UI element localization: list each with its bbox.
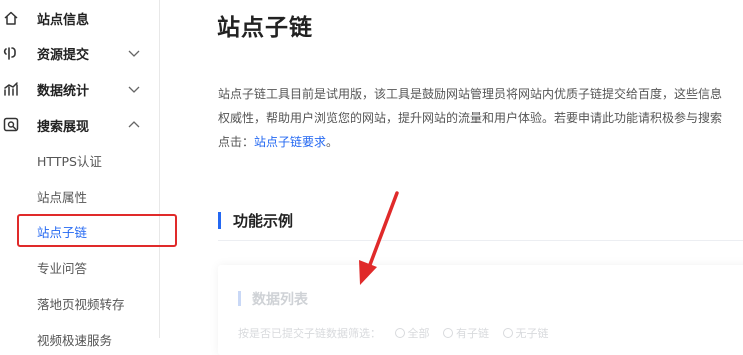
sidebar-subitem-video-speed[interactable]: 视频极速服务	[0, 323, 159, 355]
radio-icon	[502, 328, 513, 338]
sidebar-subitem-label: 落地页视频转存	[37, 296, 125, 312]
sidebar-item-label: 资源提交	[37, 47, 90, 63]
example-accent-bar	[238, 291, 241, 306]
filter-option-none[interactable]: 无子链	[502, 327, 549, 340]
sidebar-subitem-https[interactable]: HTTPS认证	[0, 144, 159, 176]
description-prefix: 点击：	[218, 135, 255, 149]
search-display-icon	[2, 116, 20, 134]
section-accent-bar	[218, 212, 221, 229]
sidebar-item-label: 数据统计	[37, 83, 90, 99]
filter-label: 按是否已提交子链数据筛选：	[238, 327, 381, 340]
sublink-requirements-link[interactable]: 站点子链要求	[254, 135, 326, 149]
link-icon	[2, 44, 20, 62]
sidebar-subitem-label: HTTPS认证	[37, 153, 102, 169]
sidebar-subitem-label: 视频极速服务	[37, 332, 113, 348]
sidebar-item-label: 搜索展现	[37, 119, 90, 135]
description-suffix: 。	[326, 135, 339, 149]
chevron-up-icon[interactable]	[127, 118, 141, 132]
radio-icon	[443, 328, 453, 338]
chevron-down-icon[interactable]	[127, 82, 141, 96]
example-title: 数据列表	[252, 292, 308, 308]
description: 站点子链工具目前是试用版，该工具是鼓励网站管理员将网站内优质子链提交给百度，这些…	[218, 82, 743, 154]
sidebar-item-label: 站点信息	[37, 12, 90, 28]
home-icon	[2, 9, 20, 27]
sidebar: 站点信息 资源提交 数据统计 搜索展现 HTTPS认证 站点属性 站点子链 专业…	[0, 0, 160, 348]
filter-option-label: 全部	[407, 327, 430, 340]
sidebar-subitem-label: 专业问答	[37, 260, 88, 276]
sidebar-item-search-display[interactable]: 搜索展现	[0, 107, 159, 143]
sidebar-subitem-label: 站点属性	[37, 189, 88, 205]
filter-option-has[interactable]: 有子链	[443, 327, 489, 340]
description-line: 点击：站点子链要求。	[218, 130, 743, 154]
divider	[218, 240, 743, 241]
filter-option-label: 有子链	[456, 327, 489, 340]
radio-icon	[394, 328, 405, 338]
highlight-box	[17, 214, 177, 247]
chart-icon	[2, 80, 20, 98]
description-line: 站点子链工具目前是试用版，该工具是鼓励网站管理员将网站内优质子链提交给百度，这些…	[218, 87, 723, 101]
sidebar-subitem-landing-video[interactable]: 落地页视频转存	[0, 287, 159, 319]
example-filter: 按是否已提交子链数据筛选： 全部 有子链 无子链	[238, 325, 549, 341]
sidebar-item-site-info[interactable]: 站点信息	[0, 0, 159, 36]
example-card	[218, 265, 743, 355]
sidebar-item-data-stats[interactable]: 数据统计	[0, 71, 159, 107]
sidebar-subitem-site-attributes[interactable]: 站点属性	[0, 180, 159, 212]
filter-option-all[interactable]: 全部	[394, 327, 430, 340]
sidebar-item-resource-submit[interactable]: 资源提交	[0, 35, 159, 71]
chevron-down-icon[interactable]	[127, 46, 141, 60]
page-title: 站点子链	[217, 15, 313, 41]
sidebar-subitem-professional-qa[interactable]: 专业问答	[0, 251, 159, 283]
annotation-arrow-icon	[359, 191, 399, 285]
filter-option-label: 无子链	[515, 327, 549, 340]
section-title: 功能示例	[233, 212, 294, 230]
description-line: 权威性，帮助用户浏览您的网站，提升网站的流量和用户体验。若要申请此功能请积极参与…	[218, 111, 723, 125]
